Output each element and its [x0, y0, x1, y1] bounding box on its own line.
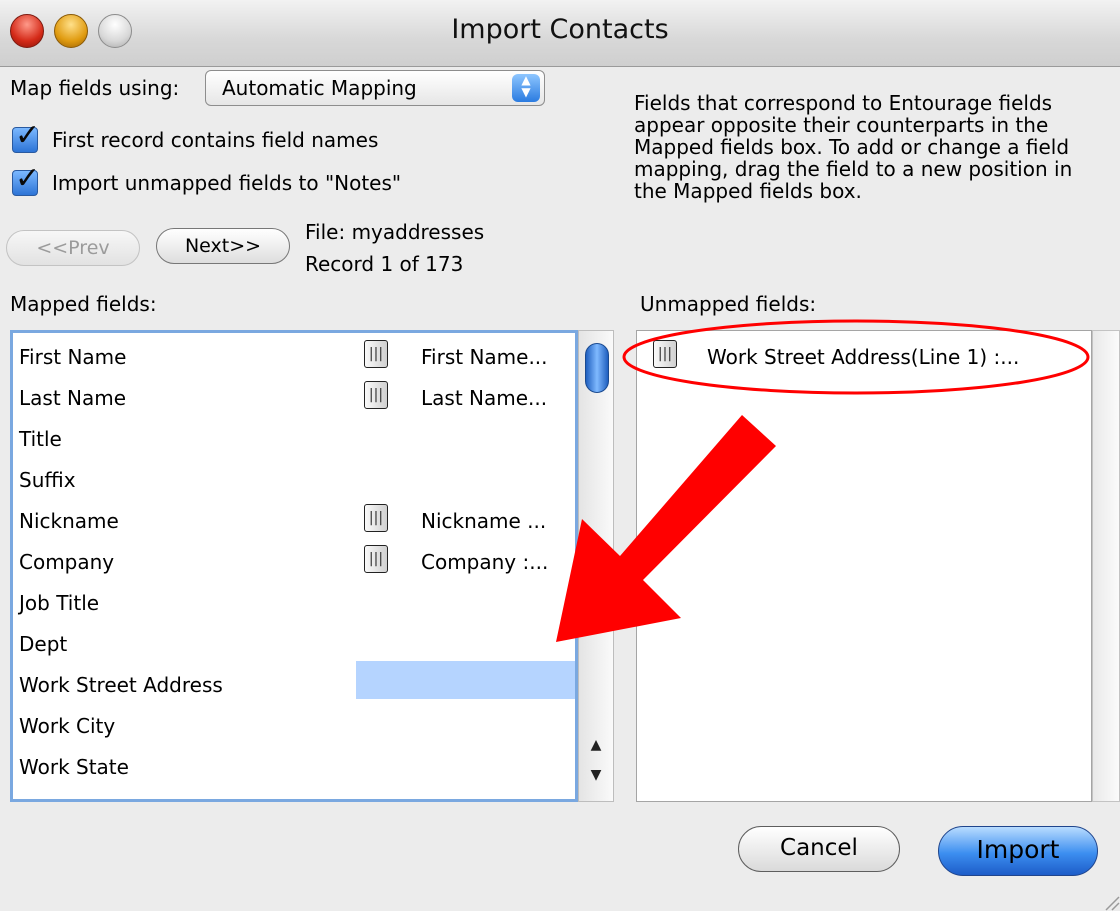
annotation-overlay: [556, 319, 1090, 642]
import-button[interactable]: Import: [938, 826, 1098, 876]
resize-grip-icon[interactable]: [1098, 888, 1120, 911]
cancel-button[interactable]: Cancel: [738, 826, 900, 872]
pointer-arrow: [556, 415, 776, 642]
highlight-ellipse: [622, 319, 1090, 395]
